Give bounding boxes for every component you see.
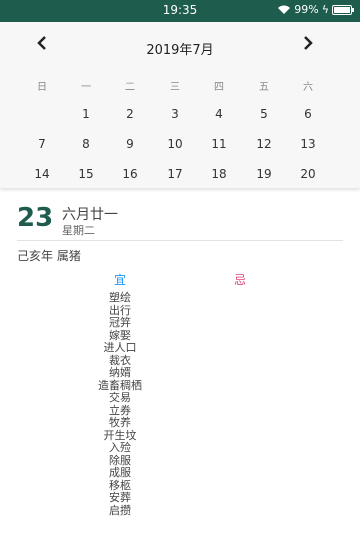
weekday-header: 五	[259, 82, 269, 93]
chevron-right-icon	[304, 36, 313, 50]
calendar-day[interactable]: 9	[115, 137, 145, 151]
calendar-day[interactable]: 11	[204, 137, 234, 151]
weekday-header: 三	[170, 82, 180, 93]
list-item: 冠笄	[109, 316, 131, 329]
calendar-day[interactable]: 18	[204, 167, 234, 181]
list-item: 启攒	[109, 503, 131, 517]
calendar-day[interactable]: 10	[160, 137, 190, 151]
list-item: 安葬	[109, 491, 131, 504]
suitable-list: 塑绘 出行 冠笄 嫁娶 进人口 裁衣 纳婿 造畜稠栖 交易 立券 牧养 开生坟 …	[60, 291, 180, 517]
list-item: 牧养	[109, 416, 131, 429]
wifi-icon	[278, 5, 291, 14]
calendar-day[interactable]: 14	[27, 167, 57, 181]
calendar-day[interactable]: 13	[293, 137, 323, 151]
calendar-day[interactable]: 2	[115, 107, 145, 121]
weekday-header: 一	[81, 82, 91, 93]
calendar-day[interactable]: 6	[293, 107, 323, 121]
list-item: 纳婿	[109, 366, 131, 379]
avoid-header: 忌	[233, 273, 246, 287]
battery-icon	[332, 4, 354, 15]
list-item: 成服	[109, 466, 131, 479]
battery-percent: 99%	[294, 3, 319, 16]
calendar-day[interactable]: 15	[71, 167, 101, 181]
suitable-header: 宜	[113, 273, 126, 287]
weekday-label: 星期二	[62, 224, 95, 237]
list-item: 进人口	[103, 341, 137, 354]
selected-day-number: 23	[17, 203, 54, 233]
weekday-header: 二	[125, 82, 135, 93]
month-calendar: 2019年7月 日 一 二 三 四 五 六 1 2 3 4 5 6 7 8 9 …	[0, 22, 360, 188]
weekday-header: 四	[214, 82, 224, 93]
calendar-day[interactable]: 19	[249, 167, 279, 181]
charging-icon: ϟ	[321, 3, 329, 16]
calendar-day[interactable]: 16	[115, 167, 145, 181]
divider	[17, 240, 343, 241]
calendar-day[interactable]: 17	[160, 167, 190, 181]
weekday-header: 六	[303, 82, 313, 93]
list-item: 交易	[109, 391, 131, 404]
calendar-day[interactable]: 8	[71, 137, 101, 151]
status-icons: 99% ϟ	[277, 3, 354, 16]
calendar-day[interactable]: 5	[249, 107, 279, 121]
status-bar: 19:35 99% ϟ	[0, 0, 360, 22]
weekday-header: 日	[37, 82, 47, 93]
lunar-date: 六月廿一	[62, 207, 118, 223]
year-zodiac-label: 己亥年 属猪	[17, 249, 81, 263]
calendar-day[interactable]: 4	[204, 107, 234, 121]
list-item: 塑绘	[109, 291, 131, 304]
next-month-button[interactable]	[303, 36, 313, 54]
calendar-day[interactable]: 3	[160, 107, 190, 121]
calendar-day[interactable]: 7	[27, 137, 57, 151]
list-item: 入殓	[109, 441, 131, 454]
calendar-day[interactable]: 20	[293, 167, 323, 181]
calendar-day[interactable]: 12	[249, 137, 279, 151]
calendar-day[interactable]: 1	[71, 107, 101, 121]
